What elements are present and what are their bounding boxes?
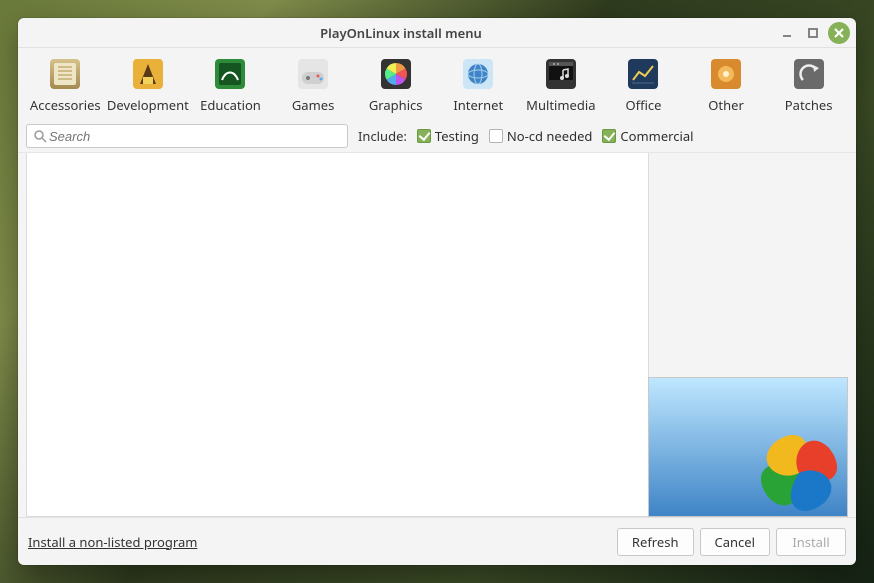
install-window: PlayOnLinux install menu Accessories Dev… xyxy=(18,18,856,565)
titlebar: PlayOnLinux install menu xyxy=(18,18,856,48)
category-label: Development xyxy=(107,96,189,114)
category-games[interactable]: Games xyxy=(272,56,355,116)
category-education[interactable]: Education xyxy=(189,56,272,116)
development-icon xyxy=(132,58,164,90)
patches-icon xyxy=(793,58,825,90)
include-testing-checkbox[interactable]: Testing xyxy=(417,127,479,145)
category-label: Education xyxy=(200,96,261,114)
checkbox-label: No-cd needed xyxy=(507,127,593,145)
category-patches[interactable]: Patches xyxy=(767,56,850,116)
category-label: Office xyxy=(625,96,661,114)
cancel-button[interactable]: Cancel xyxy=(700,528,770,556)
search-input[interactable] xyxy=(47,128,341,145)
main-content xyxy=(18,153,856,517)
program-list[interactable] xyxy=(26,153,649,517)
category-toolbar: Accessories Development Education Games xyxy=(18,48,856,120)
internet-icon xyxy=(462,58,494,90)
checkbox-label: Testing xyxy=(435,127,479,145)
include-label: Include: xyxy=(358,127,407,145)
install-nonlisted-link[interactable]: Install a non-listed program xyxy=(28,533,197,551)
category-label: Graphics xyxy=(369,96,423,114)
window-close-button[interactable] xyxy=(828,22,850,44)
search-icon xyxy=(33,129,47,143)
category-label: Accessories xyxy=(30,96,101,114)
category-other[interactable]: Other xyxy=(685,56,768,116)
graphics-icon xyxy=(380,58,412,90)
category-accessories[interactable]: Accessories xyxy=(24,56,107,116)
games-icon xyxy=(297,58,329,90)
playonlinux-logo xyxy=(648,377,848,517)
detail-pane xyxy=(649,153,848,517)
education-icon xyxy=(214,58,246,90)
category-office[interactable]: Office xyxy=(602,56,685,116)
category-internet[interactable]: Internet xyxy=(437,56,520,116)
accessories-icon xyxy=(49,58,81,90)
checkbox-icon xyxy=(489,129,503,143)
refresh-button[interactable]: Refresh xyxy=(617,528,694,556)
checkbox-icon xyxy=(602,129,616,143)
checkbox-label: Commercial xyxy=(620,127,693,145)
include-commercial-checkbox[interactable]: Commercial xyxy=(602,127,693,145)
multimedia-icon xyxy=(545,58,577,90)
checkbox-icon xyxy=(417,129,431,143)
category-graphics[interactable]: Graphics xyxy=(354,56,437,116)
window-minimize-button[interactable] xyxy=(776,22,798,44)
category-development[interactable]: Development xyxy=(107,56,190,116)
filter-row: Include: Testing No-cd needed Commercial xyxy=(18,120,856,153)
window-maximize-button[interactable] xyxy=(802,22,824,44)
category-multimedia[interactable]: Multimedia xyxy=(520,56,603,116)
include-nocd-checkbox[interactable]: No-cd needed xyxy=(489,127,593,145)
category-label: Internet xyxy=(453,96,503,114)
install-button[interactable]: Install xyxy=(776,528,846,556)
category-label: Patches xyxy=(785,96,833,114)
other-icon xyxy=(710,58,742,90)
category-label: Other xyxy=(708,96,744,114)
window-title: PlayOnLinux install menu xyxy=(30,24,772,42)
category-label: Games xyxy=(292,96,334,114)
search-box[interactable] xyxy=(26,124,348,148)
office-icon xyxy=(627,58,659,90)
bottom-bar: Install a non-listed program Refresh Can… xyxy=(18,517,856,565)
category-label: Multimedia xyxy=(526,96,595,114)
